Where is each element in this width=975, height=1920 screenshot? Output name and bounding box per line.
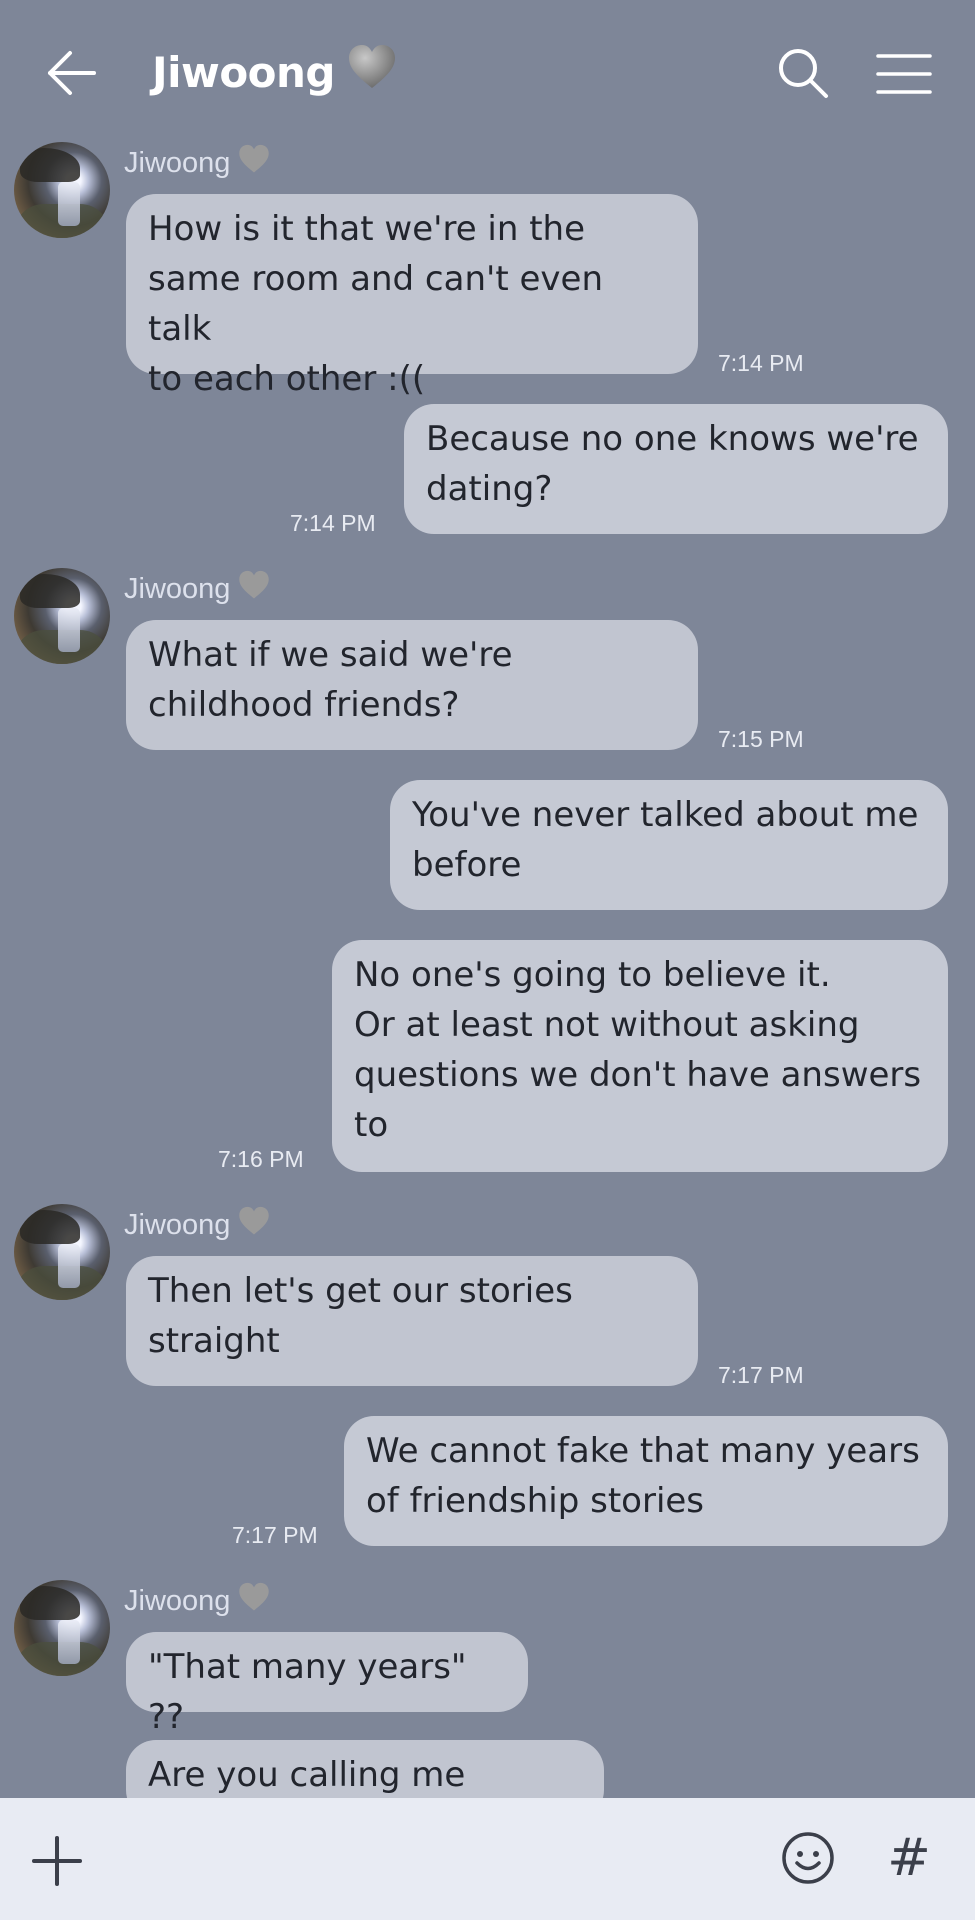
message-bubble-received[interactable]: How is it that we're in the same room an… (126, 194, 698, 399)
search-icon[interactable] (776, 46, 830, 100)
sender-name: Jiwoong (124, 570, 270, 608)
message-list[interactable]: Jiwoong How is it that we're in the same… (0, 130, 975, 1798)
grey-heart-icon (238, 144, 270, 182)
chat-title: Jiwoong (152, 44, 397, 100)
message-time: 7:15 PM (718, 726, 804, 752)
message-time: 7:17 PM (232, 1522, 318, 1548)
chat-header: Jiwoong (0, 0, 975, 140)
avatar[interactable] (14, 568, 110, 664)
sender-name: Jiwoong (124, 144, 270, 182)
message-time: 7:17 PM (718, 1362, 804, 1388)
message-bubble-received[interactable]: What if we said we're childhood friends? (126, 620, 698, 750)
back-arrow-icon[interactable] (44, 48, 100, 98)
avatar[interactable] (14, 142, 110, 238)
sender-name: Jiwoong (124, 1582, 270, 1620)
message-bubble-received[interactable]: Then let's get our stories straight (126, 1256, 698, 1386)
hashtag-icon[interactable]: # (882, 1828, 936, 1888)
message-bubble-sent[interactable]: Because no one knows we're dating? (404, 404, 948, 534)
avatar[interactable] (14, 1580, 110, 1676)
avatar[interactable] (14, 1204, 110, 1300)
message-bubble-sent[interactable]: You've never talked about me before (390, 780, 948, 910)
grey-heart-icon (347, 44, 397, 100)
message-bubble-sent[interactable]: We cannot fake that many years of friend… (344, 1416, 948, 1546)
plus-icon[interactable] (30, 1834, 84, 1888)
menu-icon[interactable] (876, 52, 932, 96)
grey-heart-icon (238, 570, 270, 608)
message-time: 7:16 PM (218, 1146, 304, 1172)
sender-name: Jiwoong (124, 1206, 270, 1244)
emoji-icon[interactable] (780, 1830, 836, 1886)
grey-heart-icon (238, 1206, 270, 1244)
message-input-bar: # (0, 1798, 975, 1920)
chat-title-text: Jiwoong (152, 47, 336, 97)
message-bubble-received[interactable]: Are you calling me old??? (126, 1740, 604, 1798)
message-bubble-received[interactable]: "That many years" ?? (126, 1632, 528, 1737)
message-bubble-sent[interactable]: No one's going to believe it. Or at leas… (332, 940, 948, 1172)
message-time: 7:14 PM (718, 350, 804, 376)
grey-heart-icon (238, 1582, 270, 1620)
chat-screen: Jiwoong Jiwoong How is it that we're in … (0, 0, 975, 1920)
message-time: 7:14 PM (290, 510, 376, 536)
